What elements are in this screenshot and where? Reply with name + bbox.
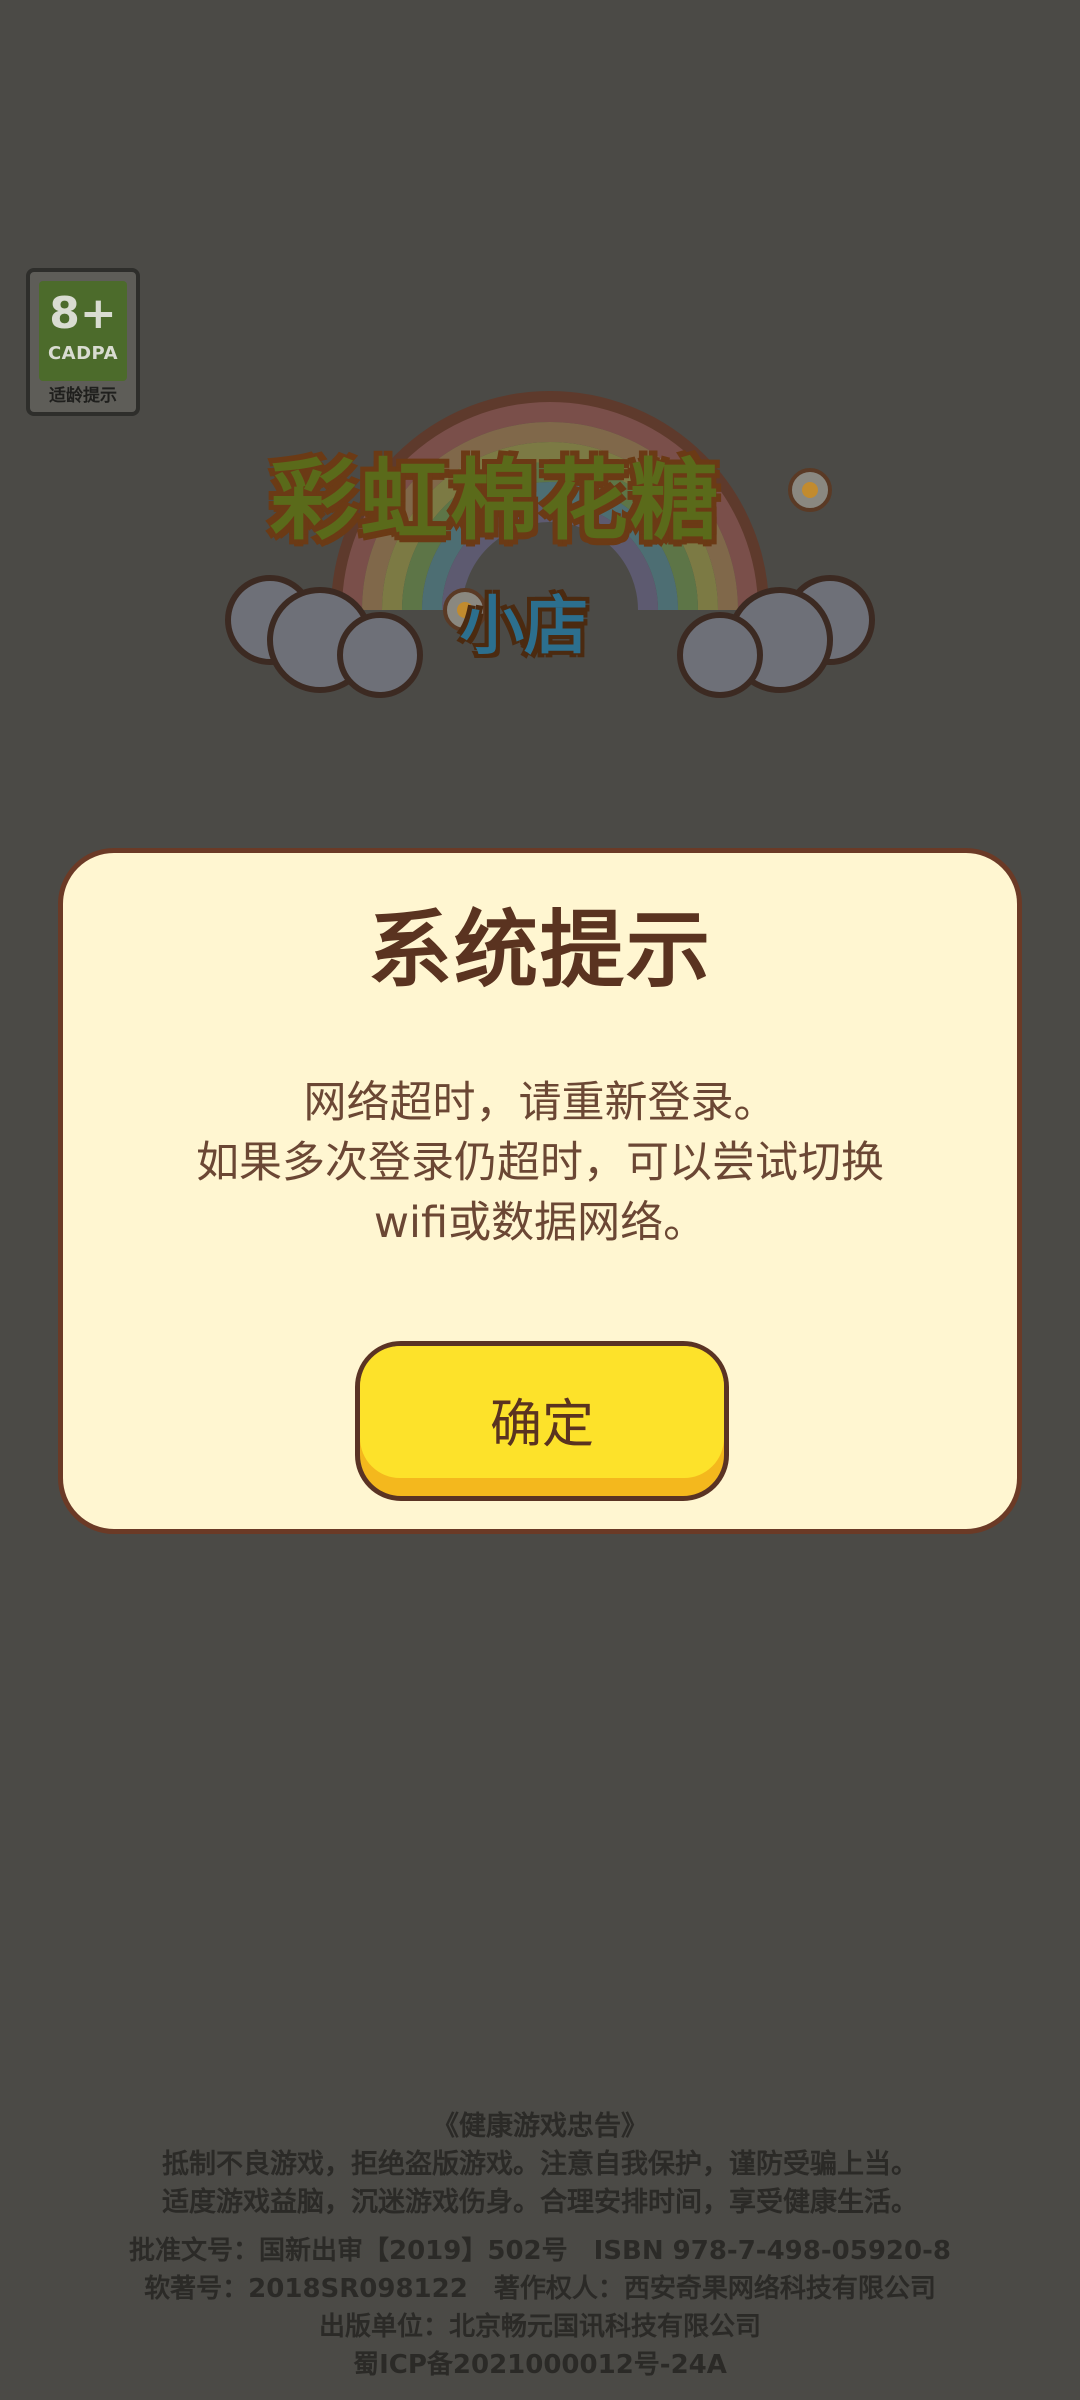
health-advice-title: 《健康游戏忠告》	[432, 2111, 648, 2142]
license-line: 批准文号：国新出审【2019】502号 ISBN 978-7-498-05920…	[128, 2236, 951, 2266]
logo-title: 彩虹棉花糖	[270, 449, 721, 552]
dialog-message: 网络超时，请重新登录。 如果多次登录仍超时，可以尝试切换 wifi或数据网络。	[123, 1073, 957, 1253]
game-logo: 彩虹棉花糖 小店	[210, 320, 890, 720]
license-line: 出版单位：北京畅元国讯科技有限公司	[318, 2312, 761, 2342]
dialog-message-line: wifi或数据网络。	[373, 1198, 707, 1248]
license-line: 软著号：2018SR098122 著作权人：西安奇果网络科技有限公司	[144, 2274, 936, 2304]
age-rating-org: CADPA	[47, 343, 119, 364]
logo-subtitle: 小店	[460, 590, 588, 664]
confirm-button-label: 确定	[489, 1395, 594, 1455]
health-advice-line: 适度游戏益脑，沉迷游戏伤身。合理安排时间，享受健康生活。	[162, 2187, 918, 2218]
age-rating-tip: 适龄提示	[49, 386, 117, 406]
dialog-title: 系统提示	[367, 901, 712, 999]
age-rating-number: 8+	[49, 288, 117, 339]
system-dialog: 系统提示 网络超时，请重新登录。 如果多次登录仍超时，可以尝试切换 wifi或数…	[58, 848, 1022, 1534]
license-line: 蜀ICP备2021000012号-24A	[353, 2350, 727, 2380]
age-rating-badge: 8+ CADPA 适龄提示	[26, 268, 140, 416]
dialog-message-line: 如果多次登录仍超时，可以尝试切换	[196, 1138, 884, 1188]
dialog-message-line: 网络超时，请重新登录。	[303, 1078, 777, 1128]
confirm-button[interactable]: 确定	[355, 1341, 729, 1501]
footer-notice: 《健康游戏忠告》 抵制不良游戏，拒绝盗版游戏。注意自我保护，谨防受骗上当。 适度…	[0, 2108, 1080, 2384]
health-advice-line: 抵制不良游戏，拒绝盗版游戏。注意自我保护，谨防受骗上当。	[162, 2149, 918, 2180]
age-rating-icon: 8+ CADPA	[39, 281, 127, 381]
